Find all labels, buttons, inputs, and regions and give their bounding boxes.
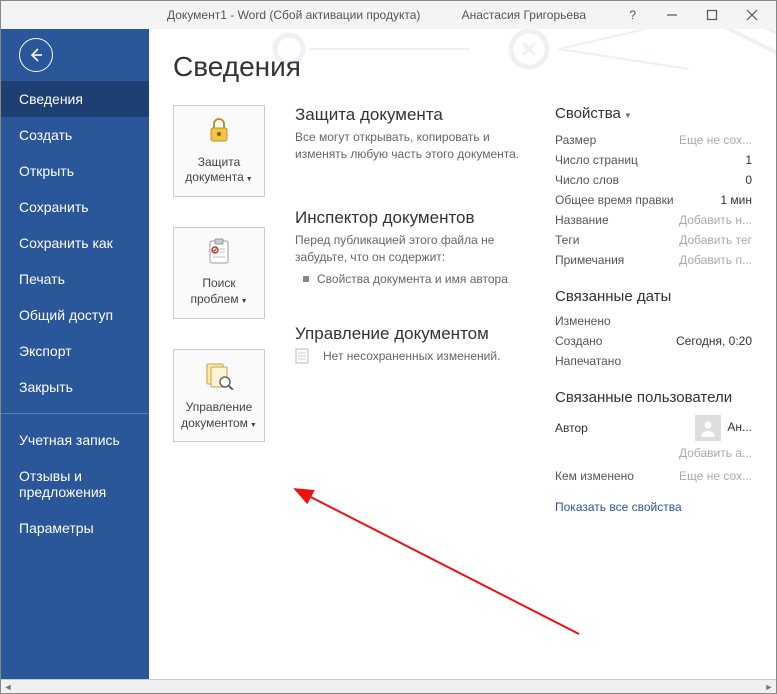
section-description: Нет несохраненных изменений. [323, 348, 500, 365]
content-columns: Защита документа▼ Поиск проблем▼ Управле… [173, 105, 752, 514]
sidebar-item-new[interactable]: Создать [1, 117, 149, 153]
maximize-icon [706, 9, 718, 21]
prop-author: Автор Ан... [555, 412, 752, 444]
section-heading: Управление документом [295, 324, 531, 344]
window-controls [652, 1, 772, 29]
chevron-down-icon: ▼ [246, 176, 253, 183]
close-icon [746, 9, 758, 21]
sidebar-item-info[interactable]: Сведения [1, 81, 149, 117]
sidebar-separator [1, 413, 149, 414]
help-button[interactable]: ? [629, 8, 636, 22]
sidebar-item-saveas[interactable]: Сохранить как [1, 225, 149, 261]
maximize-button[interactable] [692, 1, 732, 29]
sections-column: Защита документа Все могут открывать, ко… [285, 105, 531, 514]
document-title: Документ1 - Word (Сбой активации продукт… [167, 8, 420, 22]
prop-size: РазмерЕще не сох... [555, 130, 752, 150]
manage-document-button[interactable]: Управление документом▼ [173, 349, 265, 443]
titlebar: Документ1 - Word (Сбой активации продукт… [1, 1, 776, 29]
sidebar-item-account[interactable]: Учетная запись [1, 422, 149, 458]
tiles-column: Защита документа▼ Поиск проблем▼ Управле… [173, 105, 285, 514]
show-all-properties-link[interactable]: Показать все свойства [555, 500, 682, 514]
prop-tags[interactable]: ТегиДобавить тег [555, 230, 752, 250]
properties-column: Свойства▼ РазмерЕще не сох... Число стра… [531, 105, 752, 514]
chevron-down-icon: ▼ [241, 298, 248, 305]
section-heading: Защита документа [295, 105, 531, 125]
minimize-button[interactable] [652, 1, 692, 29]
bullet-item: Свойства документа и имя автора [295, 271, 531, 288]
document-icon [295, 348, 309, 364]
scroll-left-icon[interactable]: ◄ [1, 680, 15, 694]
sidebar-item-export[interactable]: Экспорт [1, 333, 149, 369]
tile-label: Защита документа▼ [178, 155, 260, 186]
section-description: Все могут открывать, копировать и изменя… [295, 129, 531, 164]
add-author-link[interactable]: Добавить а... [555, 446, 752, 460]
sidebar-item-share[interactable]: Общий доступ [1, 297, 149, 333]
properties-dropdown[interactable]: Свойства▼ [555, 105, 752, 122]
tile-label: Управление документом▼ [178, 400, 260, 431]
back-row [1, 29, 149, 81]
chevron-down-icon: ▼ [250, 422, 257, 429]
section-heading: Инспектор документов [295, 208, 531, 228]
minimize-icon [666, 9, 678, 21]
chevron-down-icon: ▼ [624, 111, 632, 120]
document-manage-icon [203, 360, 235, 395]
avatar-icon [695, 415, 721, 441]
bullet-icon [303, 276, 309, 282]
prop-pages: Число страниц1 [555, 150, 752, 170]
sidebar-item-close[interactable]: Закрыть [1, 369, 149, 405]
page-title: Сведения [173, 51, 752, 83]
author-chip[interactable]: Ан... [695, 415, 752, 441]
checklist-icon [204, 238, 234, 271]
prop-edittime: Общее время правки1 мин [555, 190, 752, 210]
inspect-section: Инспектор документов Перед публикацией э… [295, 208, 531, 288]
content-area: Сведения Защита документа▼ Поиск проблем… [149, 29, 776, 679]
sidebar-item-options[interactable]: Параметры [1, 510, 149, 546]
sidebar-item-print[interactable]: Печать [1, 261, 149, 297]
dates-heading: Связанные даты [555, 288, 752, 305]
prop-modified: Изменено [555, 311, 752, 331]
bullet-text: Свойства документа и имя автора [317, 271, 508, 288]
prop-words: Число слов0 [555, 170, 752, 190]
prop-notes[interactable]: ПримечанияДобавить п... [555, 250, 752, 270]
horizontal-scrollbar[interactable]: ◄ ► [1, 679, 776, 693]
sidebar: Сведения Создать Открыть Сохранить Сохра… [1, 29, 149, 679]
protect-document-button[interactable]: Защита документа▼ [173, 105, 265, 197]
tile-label: Поиск проблем▼ [178, 276, 260, 307]
close-button[interactable] [732, 1, 772, 29]
prop-created: СозданоСегодня, 0:20 [555, 331, 752, 351]
app-window: Документ1 - Word (Сбой активации продукт… [0, 0, 777, 694]
check-issues-button[interactable]: Поиск проблем▼ [173, 227, 265, 319]
sidebar-item-feedback[interactable]: Отзывы и предложения [1, 458, 149, 510]
prop-modified-by: Кем измененоЕще не сох... [555, 466, 752, 486]
arrow-left-icon [28, 47, 44, 63]
prop-title[interactable]: НазваниеДобавить н... [555, 210, 752, 230]
sidebar-item-open[interactable]: Открыть [1, 153, 149, 189]
sidebar-item-save[interactable]: Сохранить [1, 189, 149, 225]
prop-printed: Напечатано [555, 351, 752, 371]
user-name[interactable]: Анастасия Григорьева [462, 8, 586, 22]
scroll-right-icon[interactable]: ► [762, 680, 776, 694]
users-heading: Связанные пользователи [555, 389, 752, 406]
window-body: Сведения Создать Открыть Сохранить Сохра… [1, 29, 776, 679]
section-description: Перед публикацией этого файла не забудьт… [295, 232, 531, 267]
back-button[interactable] [19, 38, 53, 72]
manage-section: Управление документом Нет несохраненных … [295, 324, 531, 365]
lock-icon [204, 116, 234, 149]
protect-section: Защита документа Все могут открывать, ко… [295, 105, 531, 164]
